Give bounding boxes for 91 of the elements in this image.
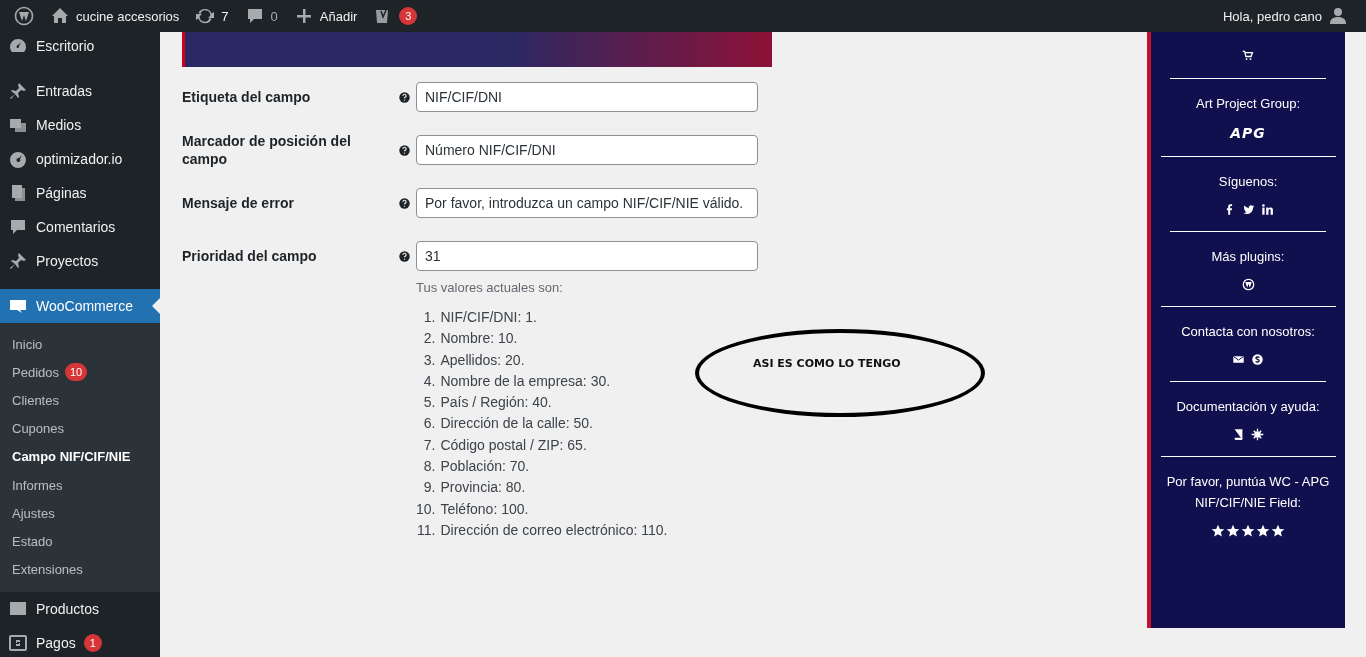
list-item: Dirección de la calle: 50. (440, 415, 593, 432)
list-number: 10. (416, 500, 436, 517)
list-item: Nombre: 10. (440, 330, 518, 347)
comment-icon (8, 217, 28, 237)
list-item: Nombre de la empresa: 30. (440, 372, 611, 389)
menu-item[interactable]: Páginas (0, 176, 160, 210)
menu-item[interactable]: Escritorio (0, 32, 160, 60)
submenu-item[interactable]: Pedidos 10 (0, 358, 160, 387)
logo[interactable]: APG (1230, 125, 1266, 141)
cart-icon (1241, 50, 1255, 63)
section-title: Documentación y ayuda: (1176, 398, 1320, 416)
submenu-item[interactable]: Ajustes (0, 499, 160, 528)
linkedin-icon (1260, 203, 1274, 216)
greeting-link[interactable]: Hola, pedro cano (1215, 0, 1356, 32)
count-badge: 1 (83, 633, 102, 652)
menu-item[interactable]: Medios (0, 108, 160, 142)
section-title: Síguenos: (1218, 173, 1278, 191)
list-item: Apellidos: 20. (440, 351, 525, 368)
star-icon[interactable] (1211, 524, 1225, 538)
list-item: País / Región: 40. (440, 394, 552, 411)
site-name-link[interactable]: cucine accesorios (42, 0, 188, 32)
list-number: 5. (423, 394, 436, 411)
list-item: Provincia: 80. (440, 479, 526, 496)
list-number: 1. (423, 309, 436, 325)
mail-icon (1232, 353, 1245, 366)
star-icon[interactable] (1256, 524, 1270, 538)
field-label: Marcador de posición del campo (182, 132, 352, 168)
menu-item[interactable]: Comentarios (0, 210, 160, 244)
help-icon (398, 249, 411, 263)
submenu-item[interactable]: Cupones (0, 414, 160, 443)
list-item: Población: 70. (440, 458, 530, 475)
star-icon[interactable] (1271, 524, 1285, 538)
list-item: NIF/CIF/DNI: 1. (440, 309, 537, 325)
updates-count[interactable]: 7 (221, 8, 229, 24)
help-icon (398, 196, 411, 210)
text-field[interactable]: Por favor, introduzca un campo NIF/CIF/NIE válido. (416, 188, 758, 218)
pin-icon (8, 81, 28, 101)
twitter-icon (1241, 203, 1255, 216)
list-number: 3. (423, 351, 436, 368)
section-title: Contacta con nosotros: (1181, 323, 1315, 341)
field-label: Etiqueta del campo (182, 88, 312, 106)
add-new-link[interactable]: Añadir (285, 0, 366, 32)
comments-count[interactable]: 0 (270, 8, 278, 24)
help-icon (398, 90, 411, 104)
list-number: 11. (417, 521, 436, 538)
submenu-item[interactable]: Campo NIF/CIF/NIE (0, 442, 160, 471)
text-field[interactable]: NIF/CIF/DNI (416, 82, 758, 112)
submenu-item[interactable]: Extensiones (0, 555, 160, 584)
user-icon (1328, 6, 1348, 26)
section-title: Por favor, puntúa WC - APG NIF/CIF/NIE Field: (1165, 473, 1331, 512)
submenu-item[interactable]: Inicio (0, 330, 160, 359)
notification-badge: 3 (399, 7, 418, 25)
home-icon (50, 6, 70, 26)
field-label: Mensaje de error (182, 194, 296, 212)
star-icon[interactable] (1226, 524, 1240, 538)
sync-icon (195, 6, 216, 26)
menu-item[interactable]: Entradas (0, 74, 160, 108)
list-number: 9. (423, 479, 436, 496)
annotation-text: ASI ES COMO LO TENGO (753, 356, 901, 370)
menu-item[interactable]: WooCommerce (0, 289, 160, 323)
list-item: Dirección de correo electrónico: 110. (440, 521, 668, 538)
submenu-item[interactable]: Clientes (0, 386, 160, 415)
menu-item[interactable]: Pagos 1 (0, 625, 160, 657)
submenu-item[interactable]: Estado (0, 527, 160, 556)
section-title: Más plugins: (1211, 248, 1285, 266)
gauge-icon (8, 149, 28, 169)
hint-text: Tus valores actuales son: (416, 280, 564, 295)
list-number: 6. (423, 415, 436, 432)
menu-item[interactable]: Productos (0, 591, 160, 626)
payment-icon (8, 632, 28, 653)
wordpress-icon (1241, 278, 1255, 291)
list-number: 7. (423, 436, 436, 453)
list-item: Teléfono: 100. (440, 500, 529, 517)
star-icon[interactable] (1241, 524, 1255, 538)
text-field[interactable]: Número NIF/CIF/DNI (416, 135, 758, 165)
menu-item[interactable]: optimizador.io (0, 142, 160, 176)
skype-icon (1251, 353, 1264, 366)
pin-icon (8, 251, 28, 271)
help-icon (398, 143, 411, 157)
wordpress-icon (14, 6, 34, 26)
field-label: Prioridad del campo (182, 247, 318, 265)
gear-icon (1251, 428, 1264, 441)
list-number: 2. (423, 330, 436, 347)
list-number: 8. (423, 458, 436, 475)
submenu-item[interactable]: Informes (0, 470, 160, 500)
count-badge: 10 (65, 363, 88, 382)
menu-item[interactable]: Proyectos (0, 244, 160, 278)
list-item: Código postal / ZIP: 65. (440, 436, 587, 453)
section-title: Art Project Group: (1195, 95, 1300, 113)
text-field[interactable]: 31 (416, 241, 758, 271)
list-number: 4. (423, 372, 436, 389)
